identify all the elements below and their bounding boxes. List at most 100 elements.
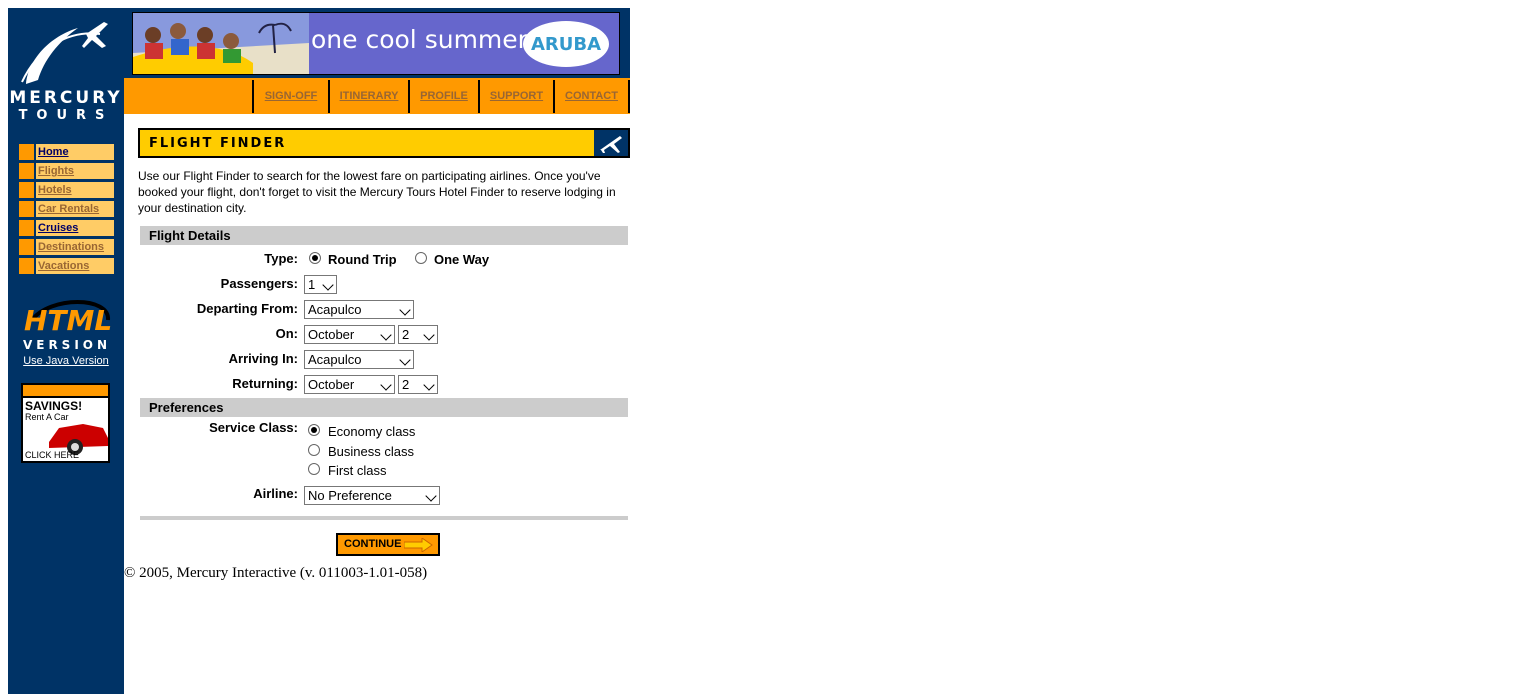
banner-tagline: one cool summer [311, 25, 528, 54]
chevron-down-icon [399, 354, 411, 366]
depart-day-select[interactable]: 2 [398, 325, 438, 344]
html-version-logo: HTML VERSION [20, 298, 114, 354]
version-text: VERSION [22, 338, 112, 352]
depart-day-value: 2 [402, 327, 410, 342]
airline-value: No Preference [308, 488, 392, 503]
airplane-icon [594, 130, 628, 156]
business-class-label: Business class [328, 444, 414, 459]
round-trip-radio[interactable] [309, 252, 321, 264]
contact-link[interactable]: CONTACT [553, 80, 630, 113]
arrow-right-icon [404, 538, 433, 552]
mercury-tours-logo[interactable]: MERCURY TOURS [8, 8, 124, 132]
html-text: HTML [24, 304, 113, 337]
chevron-down-icon [423, 379, 435, 391]
continue-label: CONTINUE [344, 538, 402, 550]
economy-class-label: Economy class [328, 424, 416, 439]
intro-text: Use our Flight Finder to search for the … [138, 169, 616, 215]
returning-label: Returning: [232, 376, 298, 391]
sign-off-link[interactable]: SIGN-OFF [252, 80, 328, 113]
chevron-down-icon [423, 329, 435, 341]
nav-bullet [19, 144, 34, 160]
support-link[interactable]: SUPPORT [478, 80, 553, 113]
airline-select[interactable]: No Preference [304, 486, 440, 505]
sidebar-link-vacations[interactable]: Vacations [38, 260, 89, 272]
use-java-version-link[interactable]: Use Java Version [8, 355, 124, 367]
plane-swoosh-icon [21, 22, 108, 84]
sidebar-item-flights[interactable]: Flights [18, 162, 115, 179]
depart-month-value: October [308, 327, 355, 342]
continue-button[interactable]: CONTINUE [336, 533, 440, 556]
sidebar-item-car-rentals[interactable]: Car Rentals [18, 200, 115, 217]
return-day-select[interactable]: 2 [398, 375, 438, 394]
itinerary-link[interactable]: ITINERARY [328, 80, 408, 113]
nav-bullet [19, 220, 34, 236]
aruba-banner-ad[interactable]: one cool summer ARUBA [132, 12, 620, 75]
economy-class-radio[interactable] [308, 424, 320, 436]
nav-label-cell: Flights [36, 163, 114, 179]
footer-copyright: © 2005, Mercury Interactive (v. 011003-1… [124, 565, 428, 581]
page-title: FLIGHT FINDER [149, 136, 287, 151]
sidebar-item-destinations[interactable]: Destinations [18, 238, 115, 255]
departing-from-select[interactable]: Acapulco [304, 300, 414, 319]
nav-bullet [19, 239, 34, 255]
first-class-label: First class [328, 463, 387, 478]
profile-link[interactable]: PROFILE [408, 80, 478, 113]
type-label: Type: [264, 251, 298, 266]
passengers-value: 1 [308, 277, 316, 292]
arriving-in-select[interactable]: Acapulco [304, 350, 414, 369]
nav-label-cell: Hotels [36, 182, 114, 198]
arriving-in-label: Arriving In: [228, 351, 298, 366]
nav-label-cell: Destinations [36, 239, 114, 255]
sidebar-item-hotels[interactable]: Hotels [18, 181, 115, 198]
ad-header-bar [23, 385, 108, 396]
passengers-label: Passengers: [220, 276, 298, 291]
nav-bullet [19, 182, 34, 198]
nav-label-cell: Home [36, 144, 114, 160]
flight-finder-header: FLIGHT FINDER [138, 128, 630, 158]
sidebar-item-vacations[interactable]: Vacations [18, 257, 115, 274]
one-way-label: One Way [434, 252, 490, 267]
sidebar-nav: Home Flights Hotels Car Rentals Cruises … [18, 143, 115, 279]
airline-label: Airline: [253, 486, 298, 501]
chevron-down-icon [380, 329, 392, 341]
passengers-select[interactable]: 1 [304, 275, 337, 294]
nav-label-cell: Cruises [36, 220, 114, 236]
chevron-down-icon [399, 304, 411, 316]
ad-cta: CLICK HERE [25, 450, 80, 460]
flight-details-heading: Flight Details [140, 226, 628, 245]
sidebar-item-home[interactable]: Home [18, 143, 115, 160]
departing-from-value: Acapulco [308, 302, 362, 317]
people-on-raft-image [133, 13, 309, 74]
depart-month-select[interactable]: October [304, 325, 395, 344]
sidebar-link-home[interactable]: Home [38, 146, 69, 158]
on-label: On: [275, 326, 298, 341]
logo-name-line1: MERCURY [9, 88, 123, 108]
first-class-radio[interactable] [308, 463, 320, 475]
sidebar-link-car-rentals[interactable]: Car Rentals [38, 203, 99, 215]
arriving-in-value: Acapulco [308, 352, 362, 367]
sidebar-link-destinations[interactable]: Destinations [38, 241, 104, 253]
nav-label-cell: Vacations [36, 258, 114, 274]
business-class-radio[interactable] [308, 444, 320, 456]
sidebar-link-flights[interactable]: Flights [38, 165, 74, 177]
one-way-radio[interactable] [415, 252, 427, 264]
return-month-select[interactable]: October [304, 375, 395, 394]
sidebar-item-cruises[interactable]: Cruises [18, 219, 115, 236]
return-month-value: October [308, 377, 355, 392]
nav-label-cell: Car Rentals [36, 201, 114, 217]
departing-from-label: Departing From: [196, 301, 298, 316]
rent-a-car-ad[interactable]: SAVINGS! Rent A Car CLICK HERE [21, 383, 110, 463]
nav-bullet [19, 163, 34, 179]
round-trip-label: Round Trip [328, 252, 397, 267]
chevron-down-icon [322, 279, 334, 291]
chevron-down-icon [380, 379, 392, 391]
sidebar-link-hotels[interactable]: Hotels [38, 184, 72, 196]
ad-body: SAVINGS! Rent A Car CLICK HERE [23, 398, 108, 461]
sidebar-link-cruises[interactable]: Cruises [38, 222, 78, 234]
nav-bullet [19, 258, 34, 274]
service-class-label: Service Class: [209, 420, 298, 435]
chevron-down-icon [425, 490, 437, 502]
nav-bullet [19, 201, 34, 217]
logo-name-line2: TOURS [18, 108, 114, 123]
return-day-value: 2 [402, 377, 410, 392]
